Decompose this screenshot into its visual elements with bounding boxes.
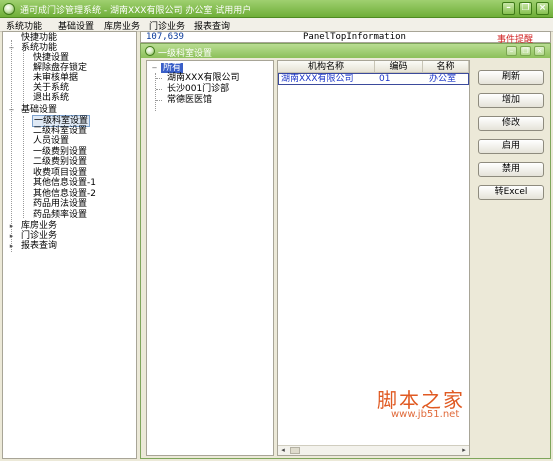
nav-item-basic-settings[interactable]: 基础设置 bbox=[21, 105, 57, 115]
disable-button[interactable]: 禁用 bbox=[478, 162, 544, 177]
scroll-thumb[interactable] bbox=[290, 447, 300, 454]
child-minimize-button[interactable]: – bbox=[506, 46, 517, 56]
title-bar: 通可成门诊管理系统 - 湖南XXX有限公司 办公室 试用用户 – ❐ × bbox=[0, 0, 553, 18]
child-restore-button[interactable]: ❐ bbox=[520, 46, 531, 56]
nav-item-about[interactable]: 关于系统 bbox=[33, 83, 69, 93]
action-buttons: 刷新 增加 修改 启用 禁用 转Excel bbox=[474, 60, 550, 456]
collapse-icon[interactable]: − bbox=[8, 45, 15, 52]
nav-item-drug-frequency[interactable]: 药品频率设置 bbox=[33, 210, 87, 220]
refresh-button[interactable]: 刷新 bbox=[478, 70, 544, 85]
column-header-code[interactable]: 编码 bbox=[375, 61, 423, 73]
dept1-settings-window: 一级科室设置 – ❐ × − 所有 湖南XXX有限公司 长沙001门诊部 常德医… bbox=[140, 43, 551, 459]
nav-item-outpatient[interactable]: 门诊业务 bbox=[21, 231, 57, 241]
window-title: 通可成门诊管理系统 - 湖南XXX有限公司 办公室 试用用户 bbox=[20, 6, 252, 16]
unit-tree-item[interactable]: 湖南XXX有限公司 bbox=[167, 73, 240, 83]
expand-icon[interactable]: ▸ bbox=[8, 243, 15, 250]
nav-item-charge-items[interactable]: 收费项目设置 bbox=[33, 168, 87, 178]
nav-item-fee1[interactable]: 一级费别设置 bbox=[33, 147, 87, 157]
nav-item-system[interactable]: 系统功能 bbox=[21, 43, 57, 53]
cell-code: 01 bbox=[379, 74, 391, 84]
restore-button[interactable]: ❐ bbox=[519, 2, 532, 15]
horizontal-scrollbar[interactable]: ◂ ▸ bbox=[278, 445, 469, 455]
child-close-button[interactable]: × bbox=[534, 46, 545, 56]
add-button[interactable]: 增加 bbox=[478, 93, 544, 108]
unit-tree-root[interactable]: 所有 bbox=[161, 63, 184, 73]
edit-button[interactable]: 修改 bbox=[478, 116, 544, 131]
unit-tree-item[interactable]: 长沙001门诊部 bbox=[167, 84, 229, 94]
nav-item-other-info-2[interactable]: 其他信息设置-2 bbox=[33, 189, 96, 199]
child-title-bar: 一级科室设置 – ❐ × bbox=[141, 44, 550, 59]
watermark-url: www.jb51.net bbox=[391, 409, 460, 420]
nav-item-unlock-inventory[interactable]: 解除盘存锁定 bbox=[33, 63, 87, 73]
table-row[interactable]: 湖南XXX有限公司 01 办公室 bbox=[278, 73, 469, 85]
nav-item-unreviewed[interactable]: 未审核单据 bbox=[33, 73, 78, 83]
export-excel-button[interactable]: 转Excel bbox=[478, 185, 544, 200]
expand-icon[interactable]: ▸ bbox=[8, 223, 15, 230]
scroll-right-icon[interactable]: ▸ bbox=[459, 446, 469, 455]
nav-item-drug-usage[interactable]: 药品用法设置 bbox=[33, 199, 87, 209]
nav-item-fee2[interactable]: 二级费别设置 bbox=[33, 157, 87, 167]
cell-org: 湖南XXX有限公司 bbox=[281, 74, 354, 84]
column-header-org[interactable]: 机构名称 bbox=[278, 61, 375, 73]
column-header-name[interactable]: 名称 bbox=[423, 61, 469, 73]
info-strip: 107,639 PanelTopInformation 事件提醒 bbox=[140, 31, 551, 45]
menu-bar: 系统功能 基础设置 库房业务 门诊业务 报表查询 bbox=[0, 18, 553, 32]
nav-item-exit[interactable]: 退出系统 bbox=[33, 93, 69, 103]
child-window-title: 一级科室设置 bbox=[158, 49, 213, 59]
nav-item-reports[interactable]: 报表查询 bbox=[21, 241, 57, 251]
nav-item-quick-settings[interactable]: 快捷设置 bbox=[33, 53, 69, 63]
cell-name: 办公室 bbox=[429, 74, 457, 84]
nav-item-warehouse[interactable]: 库房业务 bbox=[21, 221, 57, 231]
nav-tree: 快捷功能 − 系统功能 快捷设置 解除盘存锁定 未审核单据 关于系统 退出系统 … bbox=[2, 31, 137, 459]
nav-item-other-info-1[interactable]: 其他信息设置-1 bbox=[33, 178, 96, 188]
panel-top-information: PanelTopInformation bbox=[303, 32, 406, 42]
nav-item-staff[interactable]: 人员设置 bbox=[33, 136, 69, 146]
nav-item-dept2[interactable]: 二级科室设置 bbox=[33, 126, 87, 136]
enable-button[interactable]: 启用 bbox=[478, 139, 544, 154]
nav-item-quick[interactable]: 快捷功能 bbox=[21, 33, 57, 43]
scroll-left-icon[interactable]: ◂ bbox=[278, 446, 288, 455]
expand-icon[interactable]: ▸ bbox=[8, 233, 15, 240]
collapse-icon[interactable]: − bbox=[8, 107, 15, 114]
minimize-button[interactable]: – bbox=[502, 2, 515, 15]
child-window-icon bbox=[145, 46, 155, 56]
counter-value: 107,639 bbox=[146, 32, 184, 42]
unit-tree: − 所有 湖南XXX有限公司 长沙001门诊部 常德医医馆 bbox=[146, 60, 274, 456]
close-button[interactable]: × bbox=[536, 2, 549, 15]
unit-tree-item[interactable]: 常德医医馆 bbox=[167, 95, 212, 105]
collapse-icon[interactable]: − bbox=[151, 65, 158, 72]
app-icon bbox=[3, 3, 15, 15]
